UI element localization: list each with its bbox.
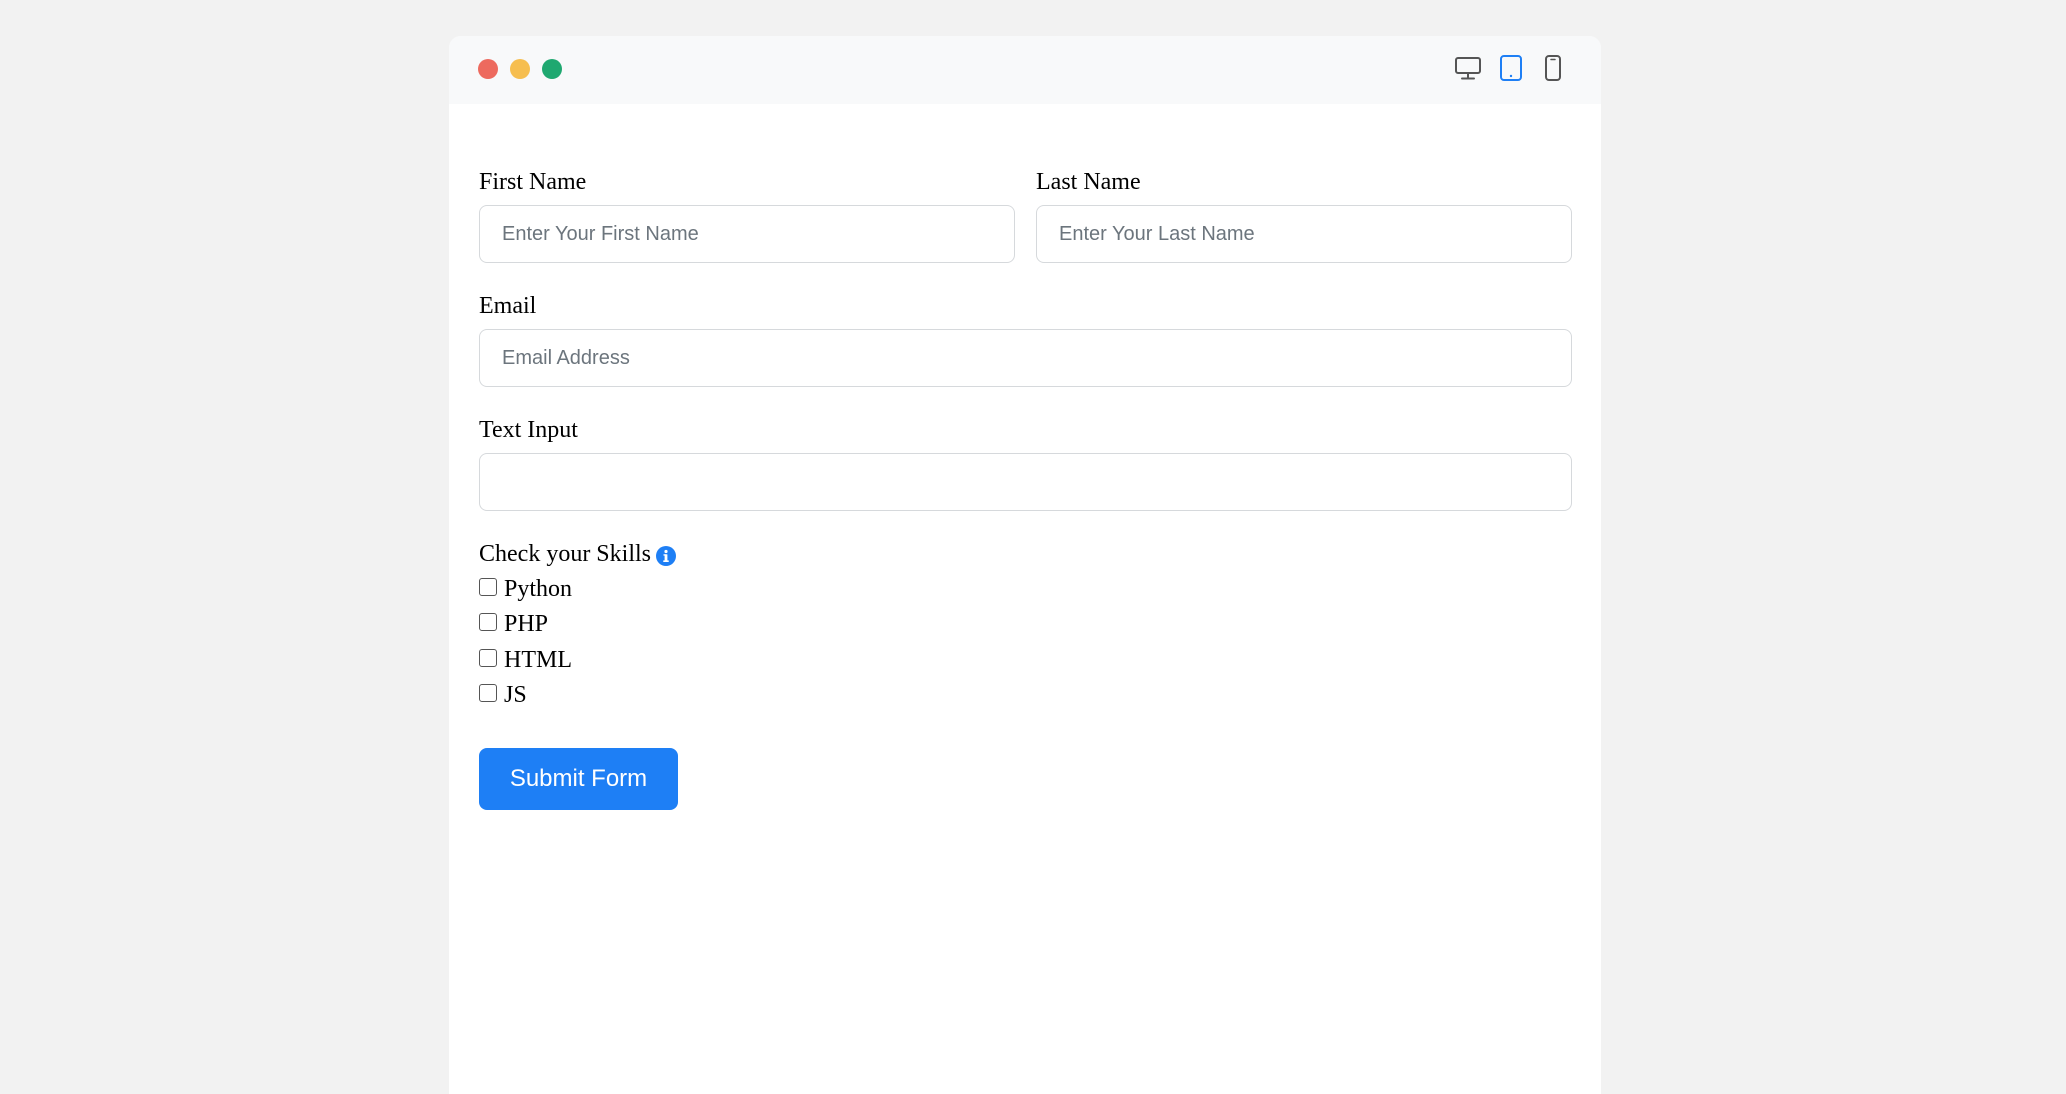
submit-form-button[interactable]: Submit Form xyxy=(479,748,678,810)
first-name-input[interactable] xyxy=(479,205,1015,263)
minimize-window-dot[interactable] xyxy=(510,59,530,79)
skill-option-php[interactable]: PHP xyxy=(479,610,548,638)
last-name-label: Last Name xyxy=(1036,169,1141,195)
last-name-input[interactable] xyxy=(1036,205,1572,263)
text-input-field[interactable] xyxy=(479,453,1572,511)
email-label: Email xyxy=(479,293,537,319)
python-checkbox[interactable] xyxy=(479,578,497,596)
close-window-dot[interactable] xyxy=(478,59,498,79)
php-checkbox[interactable] xyxy=(479,613,497,631)
tablet-icon[interactable] xyxy=(1496,53,1526,83)
skill-option-js[interactable]: JS xyxy=(479,681,527,709)
html-checkbox[interactable] xyxy=(479,649,497,667)
skill-option-html[interactable]: HTML xyxy=(479,646,572,674)
maximize-window-dot[interactable] xyxy=(542,59,562,79)
desktop-icon[interactable] xyxy=(1453,53,1483,83)
mobile-icon[interactable] xyxy=(1538,53,1568,83)
text-input-label: Text Input xyxy=(479,417,578,443)
preview-window: First Name Last Name Email Text Input Ch… xyxy=(449,36,1601,1094)
email-input[interactable] xyxy=(479,329,1572,387)
first-name-label: First Name xyxy=(479,169,587,195)
skills-label-text: Check your Skills xyxy=(479,541,651,567)
skill-option-label: JS xyxy=(504,682,527,708)
info-icon[interactable] xyxy=(656,545,676,566)
window-titlebar xyxy=(449,36,1601,104)
skills-label: Check your Skills xyxy=(479,540,676,568)
skill-option-label: HTML xyxy=(504,647,572,673)
skill-option-python[interactable]: Python xyxy=(479,575,572,603)
js-checkbox[interactable] xyxy=(479,684,497,702)
skill-option-label: Python xyxy=(504,576,573,602)
skill-option-label: PHP xyxy=(504,611,549,637)
